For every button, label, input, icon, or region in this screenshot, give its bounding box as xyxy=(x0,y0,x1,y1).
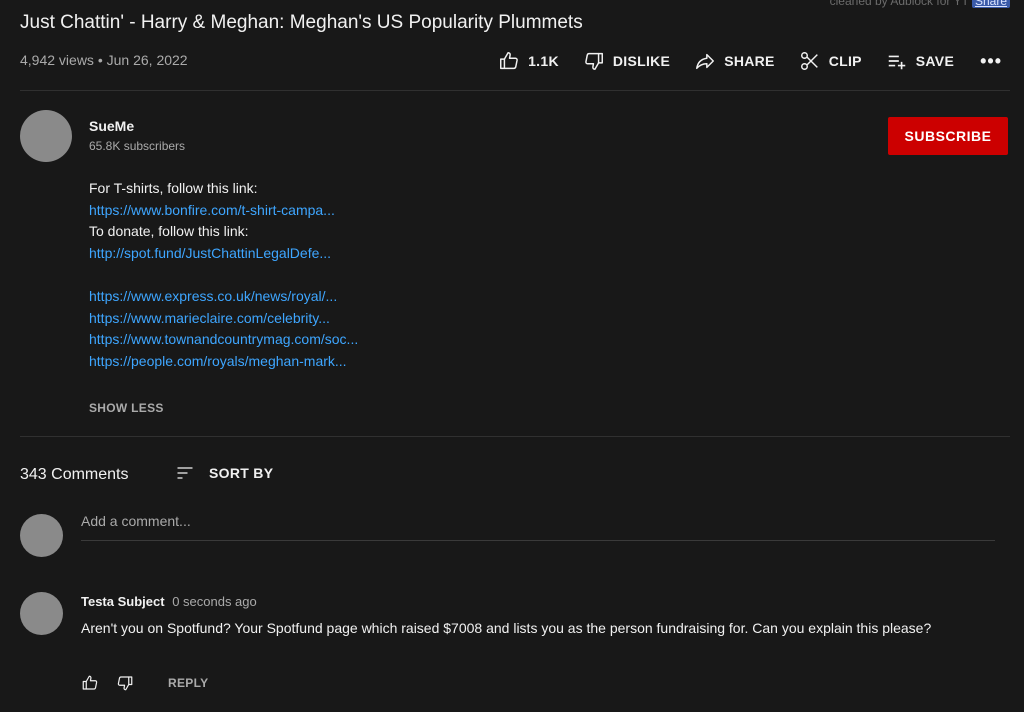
comment-actions: REPLY xyxy=(81,674,208,692)
description-divider xyxy=(20,436,1010,437)
comment-header: Testa Subject 0 seconds ago xyxy=(81,594,257,609)
description-link[interactable]: https://www.marieclaire.com/celebrity... xyxy=(89,308,358,330)
view-count: 4,942 views xyxy=(20,52,94,68)
comment-timestamp[interactable]: 0 seconds ago xyxy=(172,594,257,609)
subscribe-button[interactable]: SUBSCRIBE xyxy=(888,117,1008,155)
sort-by-button[interactable]: SORT BY xyxy=(175,463,273,483)
scissors-icon xyxy=(800,52,818,70)
dislike-label: DISLIKE xyxy=(612,53,671,69)
save-label: SAVE xyxy=(915,53,955,69)
adblock-note-text: cleaned by Adblock for YT xyxy=(829,0,969,8)
share-arrow-icon xyxy=(696,53,715,70)
video-meta: 4,942 views • Jun 26, 2022 xyxy=(20,52,188,68)
comment-dislike-button[interactable] xyxy=(116,674,134,692)
dislike-button[interactable]: DISLIKE xyxy=(583,50,670,72)
clip-label: CLIP xyxy=(828,53,862,69)
comments-count: 343 Comments xyxy=(20,466,129,483)
description-link[interactable]: https://www.townandcountrymag.com/soc... xyxy=(89,329,358,351)
like-count: 1.1K xyxy=(528,53,559,69)
thumbs-down-icon xyxy=(117,676,133,691)
thumbs-up-icon xyxy=(500,52,518,70)
add-comment-input[interactable]: Add a comment... xyxy=(81,513,995,541)
video-description: For T-shirts, follow this link: https://… xyxy=(89,178,358,372)
user-avatar xyxy=(20,514,63,557)
description-link[interactable]: http://spot.fund/JustChattinLegalDefe... xyxy=(89,243,358,265)
video-title: Just Chattin' - Harry & Meghan: Meghan's… xyxy=(20,12,583,33)
clip-button[interactable]: CLIP xyxy=(799,50,862,72)
commenter-avatar[interactable] xyxy=(20,592,63,635)
show-less-button[interactable]: SHOW LESS xyxy=(89,401,164,415)
share-button[interactable]: SHARE xyxy=(694,50,775,72)
like-button[interactable]: 1.1K xyxy=(498,50,559,72)
share-label: SHARE xyxy=(724,53,775,69)
meta-separator: • xyxy=(97,52,103,68)
description-link[interactable]: https://www.bonfire.com/t-shirt-campa... xyxy=(89,200,358,222)
sort-icon xyxy=(177,467,193,479)
comment-text: Aren't you on Spotfund? Your Spotfund pa… xyxy=(81,620,932,636)
more-actions-button[interactable]: ••• xyxy=(980,51,1002,72)
description-line: For T-shirts, follow this link: xyxy=(89,180,258,196)
adblock-note: cleaned by Adblock for YT Share xyxy=(830,0,1010,8)
comment-author[interactable]: Testa Subject xyxy=(81,594,165,609)
description-spacer xyxy=(89,264,358,286)
channel-name[interactable]: SueMe xyxy=(89,118,134,134)
description-link[interactable]: https://www.express.co.uk/news/royal/... xyxy=(89,286,358,308)
video-actions: 1.1K DISLIKE SHARE CLIP SAVE ••• xyxy=(474,50,1002,72)
save-button[interactable]: SAVE xyxy=(886,50,954,72)
channel-avatar[interactable] xyxy=(20,110,72,162)
thumbs-down-icon xyxy=(585,52,603,70)
thumbs-up-icon xyxy=(82,675,98,690)
header-divider xyxy=(20,90,1010,91)
subscriber-count: 65.8K subscribers xyxy=(89,139,186,153)
comment-like-button[interactable] xyxy=(81,674,99,692)
upload-date: Jun 26, 2022 xyxy=(106,52,188,68)
adblock-share-link[interactable]: Share xyxy=(971,0,1010,8)
sort-by-label: SORT BY xyxy=(209,465,274,481)
playlist-add-icon xyxy=(888,55,906,70)
reply-button[interactable]: REPLY xyxy=(168,676,208,690)
description-line: To donate, follow this link: xyxy=(89,223,249,240)
description-link[interactable]: https://people.com/royals/meghan-mark... xyxy=(89,351,358,373)
